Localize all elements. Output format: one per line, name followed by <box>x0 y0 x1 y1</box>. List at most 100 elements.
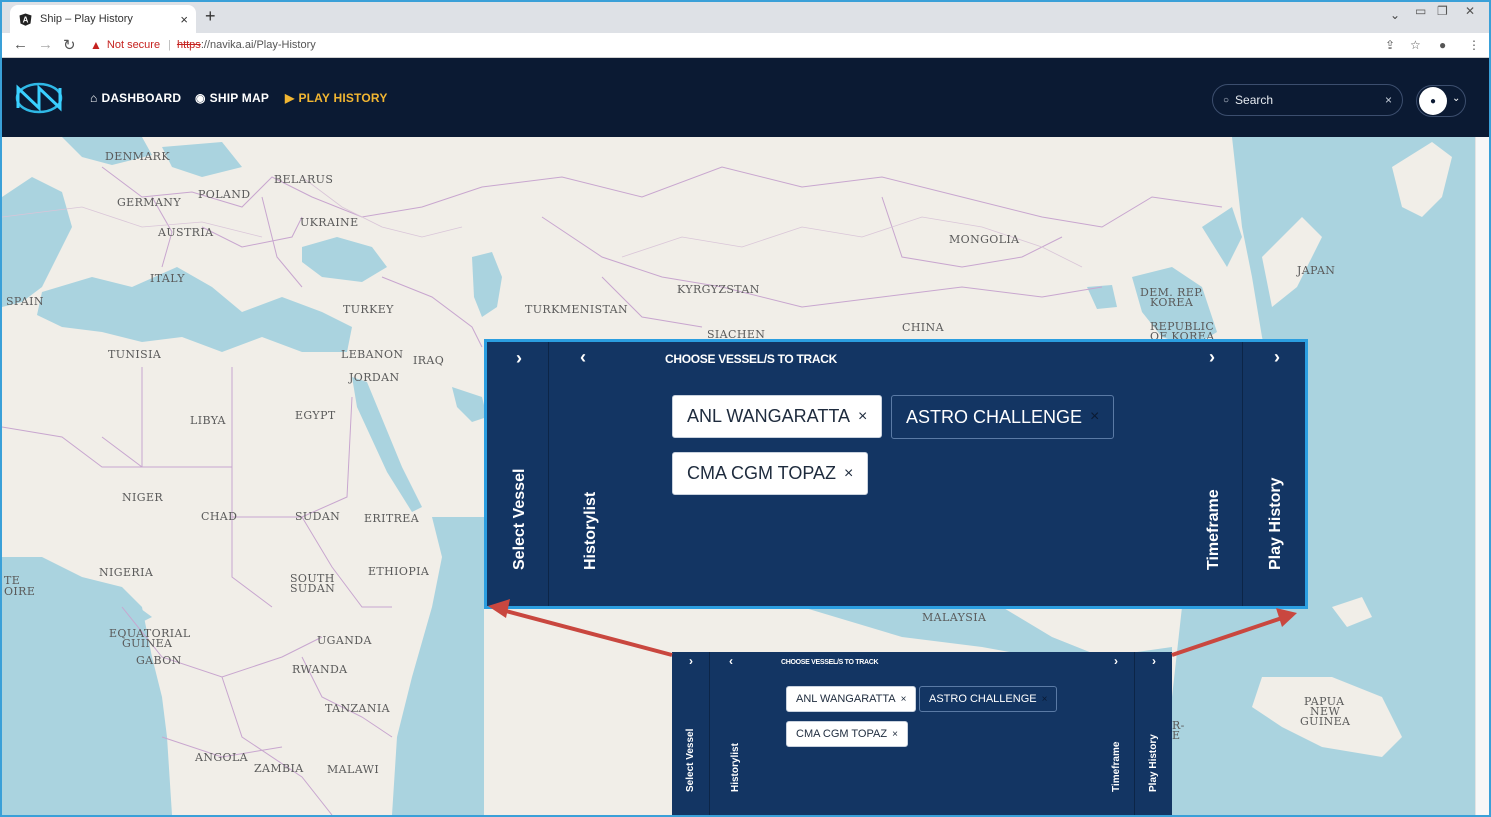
remove-chip-icon[interactable]: × <box>1042 694 1048 705</box>
share-icon[interactable]: ⇪ <box>1385 38 1395 52</box>
country-label: TANZANIA <box>325 702 391 715</box>
play-circle-icon: ▶ <box>285 91 295 105</box>
tab-title: Ship – Play History <box>40 13 133 25</box>
country-label: KOREA <box>1150 296 1194 309</box>
country-label: DENMARK <box>105 150 170 163</box>
country-label: AUSTRIA <box>158 226 214 239</box>
country-label: UGANDA <box>317 634 372 647</box>
user-menu[interactable]: ● ⌄ <box>1416 85 1466 117</box>
country-label: SPAIN <box>6 295 44 308</box>
minimize-icon[interactable]: ▭ <box>1415 4 1426 18</box>
vessel-chip-label: ASTRO CHALLENGE <box>929 693 1037 705</box>
url-path: ://navika.ai/Play-History <box>200 39 316 51</box>
chevron-right-icon[interactable]: › <box>1209 347 1215 368</box>
vessel-chip-label: ANL WANGARATTA <box>796 693 896 705</box>
forward-icon[interactable]: → <box>38 36 53 53</box>
country-label: TURKEY <box>343 303 394 316</box>
timeframe-column[interactable]: › Timeframe <box>1184 342 1242 606</box>
search-placeholder: Search <box>1235 93 1274 107</box>
country-label: NIGER <box>122 491 164 504</box>
vessel-chip[interactable]: ANL WANGARATTA × <box>672 395 883 438</box>
timeframe-label: Timeframe <box>1205 489 1222 570</box>
select-vessel-column[interactable]: › Select Vessel <box>487 342 549 606</box>
remove-chip-icon[interactable]: × <box>844 465 853 483</box>
vessel-chip-label: CMA CGM TOPAZ <box>687 463 837 483</box>
window-close-icon[interactable]: ✕ <box>1465 4 1475 18</box>
restore-icon[interactable]: ❐ <box>1437 4 1448 18</box>
country-label: TUNISIA <box>108 348 162 361</box>
vessel-panel: › Select Vessel ‹ Historylist CHOOSE VES… <box>672 652 1172 815</box>
historylist-label: Historylist <box>582 491 599 570</box>
vessel-chip-selected[interactable]: ASTRO CHALLENGE × <box>891 395 1115 439</box>
tab-search-icon[interactable]: ⌄ <box>1390 8 1400 22</box>
search-clear-icon[interactable]: × <box>1385 93 1392 107</box>
play-history-label: Play History <box>1267 477 1284 570</box>
reload-icon[interactable]: ↻ <box>63 36 76 54</box>
country-label: KYRGYZSTAN <box>677 283 760 296</box>
country-label: UKRAINE <box>300 216 359 229</box>
timeframe-column[interactable]: › Timeframe <box>1099 652 1134 815</box>
vessel-panel-zoomed: › Select Vessel ‹ Historylist CHOOSE VES… <box>484 339 1308 609</box>
remove-chip-icon[interactable]: × <box>901 694 907 705</box>
country-label: ANGOLA <box>195 751 249 764</box>
country-label: JAPAN <box>1297 264 1336 277</box>
country-label: GERMANY <box>117 196 181 209</box>
select-vessel-column[interactable]: › Select Vessel <box>672 652 710 815</box>
vessel-chip[interactable]: ANL WANGARATTA × <box>786 686 917 712</box>
play-history-column[interactable]: › Play History <box>1242 342 1305 606</box>
warning-icon: ▲ <box>90 38 102 52</box>
historylist-column[interactable]: ‹ Historylist <box>549 342 624 606</box>
map-scrollbar[interactable] <box>1475 137 1489 815</box>
select-vessel-label: Select Vessel <box>685 728 696 792</box>
play-history-column[interactable]: › Play History <box>1134 652 1172 815</box>
nav-ship-map[interactable]: ◉ SHIP MAP <box>195 91 269 105</box>
nav-play-history[interactable]: ▶ PLAY HISTORY <box>285 91 388 105</box>
url-field[interactable]: ▲ Not secure | https ://navika.ai/Play-H… <box>90 38 316 52</box>
country-label: GABON <box>136 654 182 667</box>
country-label: SUDAN <box>290 582 336 595</box>
chevron-right-icon[interactable]: › <box>516 348 522 369</box>
country-label: EGYPT <box>295 409 336 422</box>
panel-title: CHOOSE VESSEL/S TO TRACK <box>781 659 879 666</box>
country-label: ZAMBIA <box>254 762 304 775</box>
nav-dashboard[interactable]: ⌂ DASHBOARD <box>90 91 181 105</box>
vessel-chip-label: ASTRO CHALLENGE <box>906 406 1083 427</box>
chevron-right-icon[interactable]: › <box>689 654 693 668</box>
browser-tab[interactable]: A Ship – Play History × <box>10 5 196 33</box>
remove-chip-icon[interactable]: × <box>1090 408 1099 426</box>
search-input[interactable]: ○ Search × <box>1212 84 1403 116</box>
country-label: MALAWI <box>327 763 380 776</box>
vessel-chip[interactable]: CMA CGM TOPAZ × <box>786 721 908 747</box>
remove-chip-icon[interactable]: × <box>858 408 867 426</box>
chevron-right-icon[interactable]: › <box>1152 654 1156 668</box>
country-label: JORDAN <box>349 371 400 384</box>
profile-icon[interactable]: ● <box>1439 38 1446 52</box>
tab-close-icon[interactable]: × <box>180 12 188 27</box>
country-label: LIBYA <box>190 414 226 427</box>
nav-dashboard-label: DASHBOARD <box>101 91 182 105</box>
timeframe-label: Timeframe <box>1111 741 1122 792</box>
select-vessel-label: Select Vessel <box>511 468 528 570</box>
new-tab-button[interactable]: + <box>205 6 216 27</box>
chevron-right-icon[interactable]: › <box>1114 654 1118 668</box>
chevron-left-icon[interactable]: ‹ <box>729 654 733 668</box>
remove-chip-icon[interactable]: × <box>892 729 898 740</box>
back-icon[interactable]: ← <box>13 36 28 53</box>
bookmark-star-icon[interactable]: ☆ <box>1410 38 1421 52</box>
nav-play-history-label: PLAY HISTORY <box>298 91 388 105</box>
country-label: GUINEA <box>122 637 173 650</box>
historylist-column[interactable]: ‹ Historylist <box>710 652 760 815</box>
menu-kebab-icon[interactable]: ⋮ <box>1468 38 1480 52</box>
country-label: CHAD <box>201 510 238 523</box>
vessel-chip-selected[interactable]: ASTRO CHALLENGE × <box>919 686 1058 712</box>
chevron-left-icon[interactable]: ‹ <box>580 347 586 368</box>
country-label: RWANDA <box>292 663 348 676</box>
chevron-right-icon[interactable]: › <box>1274 347 1280 368</box>
country-label: LEBANON <box>341 348 404 361</box>
country-label: NIGERIA <box>99 566 154 579</box>
navika-logo[interactable] <box>14 80 64 116</box>
historylist-label: Historylist <box>730 743 741 792</box>
panel-title: CHOOSE VESSEL/S TO TRACK <box>665 352 837 366</box>
country-label: OIRE <box>4 585 36 598</box>
vessel-chip[interactable]: CMA CGM TOPAZ × <box>672 452 869 495</box>
